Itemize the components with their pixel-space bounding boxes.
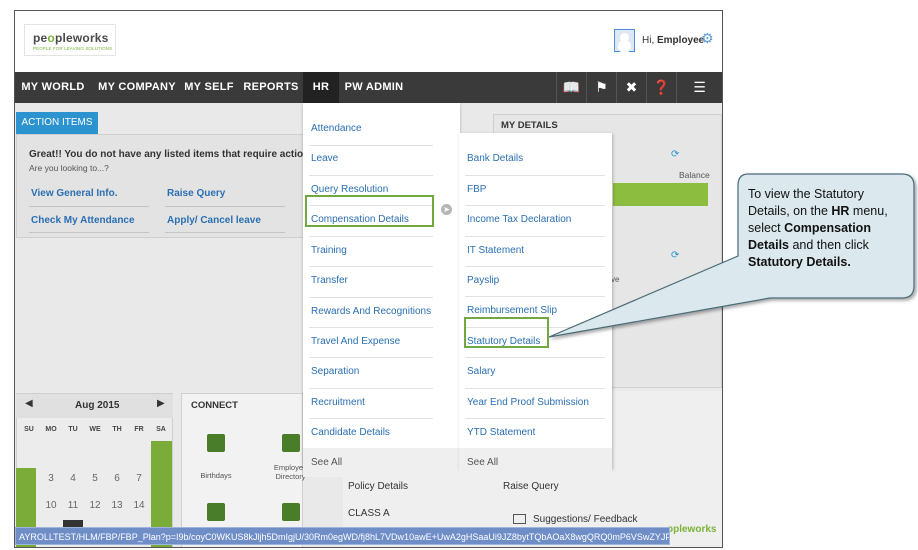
calendar-next-icon[interactable]: ▶ [157,398,165,409]
calendar-day[interactable]: 3 [41,468,61,490]
app-header: peopleworks PEOPLE FOR LEAVING SOLUTIONS… [15,11,722,72]
hr-menu-attendance[interactable]: Attendance [311,114,362,144]
org-chart-icon[interactable]: ☰ [676,72,722,103]
refresh-icon[interactable]: ⟳ [671,149,679,160]
link-raise-query[interactable]: Raise Query [167,188,225,199]
partial-label: ve [611,275,620,284]
connect-birthdays[interactable]: Birthdays [191,471,241,480]
main-nav: MY WORLD MY COMPANY MY SELF REPORTS HR P… [15,72,722,103]
calendar-day[interactable]: 4 [63,468,83,490]
calendar-today-marker [63,520,83,527]
hr-menu-candidate-details[interactable]: Candidate Details [311,418,390,448]
hr-menu-separation[interactable]: Separation [311,357,359,387]
tab-action-items[interactable]: ACTION ITEMS [16,112,98,134]
nav-my-company[interactable]: MY COMPANY [93,72,181,103]
policy-details-link[interactable]: Policy Details [348,481,408,492]
user-greeting: Hi, Employee [642,35,705,46]
nav-my-world[interactable]: MY WORLD [15,72,91,103]
submenu-fbp[interactable]: FBP [467,175,486,205]
my-details-title: MY DETAILS [501,120,558,131]
envelope-icon [513,514,526,524]
status-bar-url: AYROLLTEST/HLM/FBP/FBP_Plan?p=I9b/coyC0W… [15,527,670,545]
submenu-year-end-proof[interactable]: Year End Proof Submission [467,388,589,418]
hr-menu-travel-expense[interactable]: Travel And Expense [311,327,400,357]
calendar-dow: TU [68,426,78,433]
callout-instructions: To view the Statutory Details, on the HR… [748,187,888,269]
news-icon[interactable] [282,503,300,521]
calendar-day[interactable]: 12 [85,495,105,517]
calendar-dow: WE [89,426,101,433]
nav-my-self[interactable]: MY SELF [183,72,235,103]
hr-menu-rewards[interactable]: Rewards And Recognitions [311,297,431,327]
submenu-it-statement[interactable]: IT Statement [467,236,524,266]
pin-icon[interactable]: ⚑ [586,72,616,103]
hr-menu-leave[interactable]: Leave [311,144,338,174]
hr-menu: Attendance Leave Query Resolution Compen… [303,103,460,477]
calendar-day[interactable]: 14 [129,495,149,517]
calendar-dow: FR [134,426,144,433]
calendar-dow: TH [112,426,122,433]
highlight-compensation-details [305,195,434,227]
highlight-statutory-details [464,317,549,348]
submenu-see-all[interactable]: See All [459,448,612,477]
suggestions-feedback-link[interactable]: Suggestions/ Feedback [533,514,638,525]
submenu-ytd-statement[interactable]: YTD Statement [467,418,535,448]
action-message: Great!! You do not have any listed items… [29,149,313,160]
hr-menu-training[interactable]: Training [311,236,347,266]
hr-menu-transfer[interactable]: Transfer [311,266,348,296]
user-name: Employee [657,35,705,46]
footer-logo: opleworks [667,524,717,535]
balance-label: Balance [679,170,710,180]
link-apply-cancel-leave[interactable]: Apply/ Cancel leave [167,215,261,226]
raise-query-link[interactable]: Raise Query [503,481,559,492]
calendar-day[interactable]: 7 [129,468,149,490]
calendar-dow: MO [45,426,57,433]
help-icon[interactable]: ❓ [646,72,676,103]
submenu-payslip[interactable]: Payslip [467,266,499,296]
nav-hr[interactable]: HR [303,72,339,103]
hr-menu-recruitment[interactable]: Recruitment [311,388,365,418]
compensation-submenu: Bank Details FBP Income Tax Declaration … [459,133,612,477]
cake-icon[interactable] [207,434,225,452]
calendar-day[interactable]: 11 [63,495,83,517]
calendar-dow: SA [156,426,166,433]
submenu-arrow-icon: ➤ [441,204,452,215]
app-window: peopleworks PEOPLE FOR LEAVING SOLUTIONS… [14,10,723,548]
link-check-attendance[interactable]: Check My Attendance [31,215,135,226]
tools-icon[interactable]: ✖ [616,72,646,103]
balance-bar [613,183,708,206]
book-icon[interactable]: 📖 [556,72,586,103]
peopleworks-logo[interactable]: peopleworks PEOPLE FOR LEAVING SOLUTIONS [24,24,116,56]
user-avatar[interactable] [614,29,635,52]
calendar-day[interactable]: 10 [41,495,61,517]
calendar-prev-icon[interactable]: ◀ [25,398,33,409]
link-view-general-info[interactable]: View General Info. [31,188,118,199]
directory-icon[interactable] [282,434,300,452]
gear-icon[interactable]: ⚙ [701,31,715,45]
calendar-day[interactable]: 6 [107,468,127,490]
action-prompt: Are you looking to...? [29,163,109,173]
hr-menu-see-all[interactable]: See All [303,448,460,477]
calendar-dow: SU [24,426,34,433]
class-label: CLASS A [348,508,390,519]
nav-pw-admin[interactable]: PW ADMIN [341,72,407,103]
calendar-month: Aug 2015 [75,400,120,411]
calendar-day[interactable]: 5 [85,468,105,490]
submenu-salary[interactable]: Salary [467,357,495,387]
book-icon[interactable] [207,503,225,521]
refresh-icon[interactable]: ⟳ [671,250,679,261]
connect-title: CONNECT [191,400,238,411]
calendar-day[interactable]: 13 [107,495,127,517]
submenu-bank-details[interactable]: Bank Details [467,144,523,174]
submenu-income-tax-declaration[interactable]: Income Tax Declaration [467,205,571,235]
nav-reports[interactable]: REPORTS [242,72,300,103]
